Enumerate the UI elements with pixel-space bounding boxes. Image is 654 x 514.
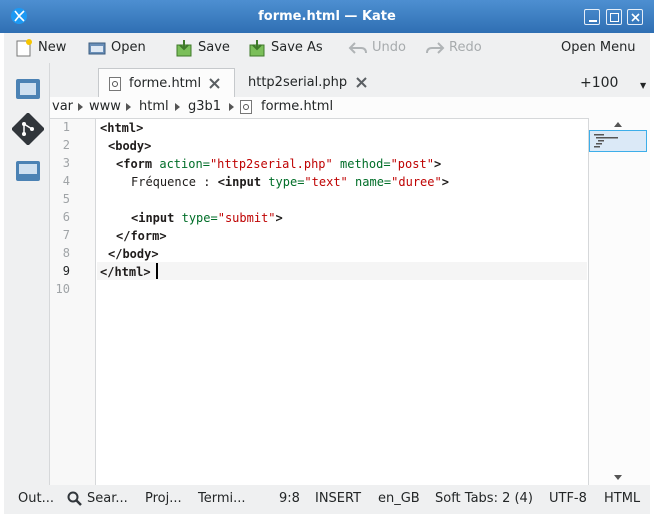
line-number: 9	[62, 264, 70, 278]
status-bar: Out... Sear... Proj... Termi... 9:8 INSE…	[4, 485, 650, 514]
close-tab-icon[interactable]	[356, 77, 367, 88]
minimap-viewport[interactable]	[589, 130, 647, 152]
terminal-panel-button[interactable]: Termi...	[198, 491, 246, 506]
line-number: 2	[62, 138, 70, 152]
main-toolbar: New Open Save Save As Undo Redo Open Men…	[4, 33, 650, 63]
text-cursor	[156, 263, 158, 279]
code-line: </body>	[108, 247, 159, 261]
dictionary-language[interactable]: en_GB	[378, 491, 420, 506]
close-tab-icon[interactable]	[209, 78, 220, 89]
line-number: 8	[62, 246, 70, 260]
undo-icon	[348, 42, 367, 54]
line-number: 6	[62, 210, 70, 224]
save-button[interactable]: Save	[174, 36, 236, 60]
breadcrumb-item[interactable]: html	[139, 99, 169, 114]
code-line: <form action="http2serial.php" method="p…	[116, 157, 442, 171]
folder-open-icon	[88, 42, 106, 55]
code-editor[interactable]: 1 2 3 4 5 6 7 8 9 10 <html> <body> <form…	[50, 118, 588, 486]
syntax-mode[interactable]: HTML	[604, 491, 640, 506]
left-sidebar	[4, 63, 50, 485]
save-as-icon	[249, 40, 265, 57]
undo-button[interactable]: Undo	[348, 36, 410, 60]
tabs-overflow-dropdown[interactable]: ▼	[640, 81, 646, 90]
filesystem-browser-icon[interactable]	[12, 155, 44, 187]
code-line: <input type="submit">	[131, 211, 283, 225]
tab-forme-html[interactable]: forme.html	[98, 68, 235, 97]
line-number: 7	[62, 228, 70, 242]
breadcrumb: var www html g3b1 forme.html	[50, 97, 650, 118]
code-line: <body>	[108, 139, 152, 153]
window-title: forme.html — Kate	[258, 9, 396, 24]
code-line: Fréquence : <input type="text" name="dur…	[131, 175, 449, 189]
git-icon[interactable]	[12, 113, 44, 145]
breadcrumb-item[interactable]: var	[52, 99, 73, 114]
output-panel-button[interactable]: Out...	[18, 491, 54, 506]
breadcrumb-item[interactable]: www	[89, 99, 121, 114]
close-window-button[interactable]	[627, 9, 643, 25]
line-number: 3	[62, 156, 70, 170]
maximize-button[interactable]	[606, 9, 622, 25]
new-document-icon	[16, 39, 32, 57]
minimize-icon	[589, 20, 597, 22]
line-number: 5	[62, 192, 70, 206]
html-file-icon	[240, 100, 252, 114]
document-tab-bar: forme.html http2serial.php +100 ▼	[50, 63, 650, 97]
code-line: </html>	[100, 265, 151, 279]
search-icon	[67, 491, 82, 506]
documents-icon[interactable]	[12, 73, 44, 105]
input-mode[interactable]: INSERT	[315, 491, 361, 506]
projects-panel-button[interactable]: Proj...	[145, 491, 182, 506]
line-number: 10	[55, 282, 70, 296]
scroll-up-icon[interactable]	[613, 120, 623, 128]
chevron-right-icon	[78, 103, 83, 111]
save-icon	[176, 40, 192, 57]
breadcrumb-item[interactable]: g3b1	[188, 99, 221, 114]
current-line-highlight	[97, 262, 587, 280]
close-icon	[631, 13, 640, 22]
minimize-button[interactable]	[584, 9, 600, 25]
breadcrumb-item[interactable]: forme.html	[261, 99, 333, 114]
redo-icon	[426, 42, 445, 54]
html-file-icon	[109, 77, 121, 91]
code-line: </form>	[116, 229, 167, 243]
chevron-right-icon	[126, 103, 131, 111]
cursor-position[interactable]: 9:8	[279, 491, 300, 506]
save-as-button[interactable]: Save As	[247, 36, 331, 60]
redo-button[interactable]: Redo	[425, 36, 487, 60]
line-number: 4	[62, 174, 70, 188]
more-tabs-count[interactable]: +100	[580, 75, 618, 91]
line-number: 1	[62, 120, 70, 134]
title-bar: forme.html — Kate	[0, 0, 654, 33]
search-panel-button[interactable]: Sear...	[87, 491, 128, 506]
tab-http2serial-php[interactable]: http2serial.php	[240, 68, 380, 97]
new-button[interactable]: New	[14, 36, 80, 60]
scroll-down-icon[interactable]	[613, 474, 623, 482]
open-button[interactable]: Open	[87, 36, 153, 60]
indentation-settings[interactable]: Soft Tabs: 2 (4)	[435, 491, 533, 506]
code-line: <html>	[100, 121, 144, 135]
open-menu-button[interactable]: Open Menu	[561, 36, 641, 60]
line-number-gutter: 1 2 3 4 5 6 7 8 9 10	[50, 119, 96, 486]
encoding[interactable]: UTF-8	[549, 491, 587, 506]
chevron-right-icon	[175, 103, 180, 111]
maximize-icon	[610, 13, 619, 22]
chevron-right-icon	[229, 103, 234, 111]
minimap-preview	[594, 134, 618, 148]
minimap-scrollbar[interactable]	[588, 118, 650, 485]
